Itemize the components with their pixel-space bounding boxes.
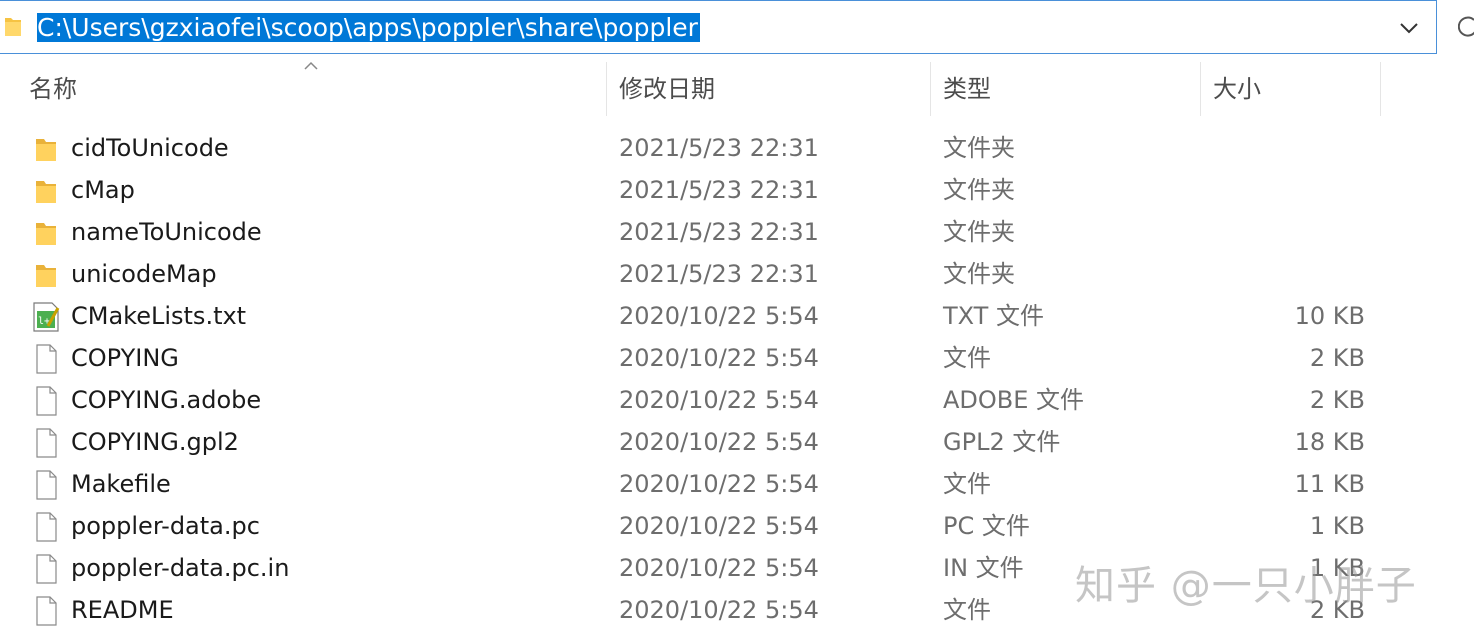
address-bar[interactable]: C:\Users\gzxiaofei\scoop\apps\poppler\sh…: [0, 0, 1437, 54]
column-header-type[interactable]: 类型: [931, 62, 1201, 116]
file-row[interactable]: COPYING.adobe 2020/10/22 5:54 ADOBE 文件 2…: [0, 379, 1474, 421]
file-type: 文件夹: [943, 134, 1015, 162]
folder-icon: [32, 218, 60, 248]
file-row[interactable]: unicodeMap 2021/5/23 22:31 文件夹: [0, 253, 1474, 295]
file-type: GPL2 文件: [943, 428, 1061, 456]
file-name: COPYING: [71, 344, 179, 372]
file-type: IN 文件: [943, 554, 1024, 582]
file-icon: [32, 596, 60, 626]
file-name: CMakeLists.txt: [71, 302, 247, 330]
file-type: 文件: [943, 344, 991, 372]
chevron-down-icon[interactable]: [1396, 15, 1422, 41]
file-date: 2020/10/22 5:54: [619, 512, 819, 540]
file-date: 2021/5/23 22:31: [619, 176, 819, 204]
file-date: 2020/10/22 5:54: [619, 386, 819, 414]
file-date: 2021/5/23 22:31: [619, 218, 819, 246]
file-icon: [32, 428, 60, 458]
file-size: 10 KB: [1294, 302, 1365, 330]
file-date: 2021/5/23 22:31: [619, 134, 819, 162]
file-row[interactable]: poppler-data.pc 2020/10/22 5:54 PC 文件 1 …: [0, 505, 1474, 547]
file-date: 2020/10/22 5:54: [619, 428, 819, 456]
file-date: 2020/10/22 5:54: [619, 596, 819, 624]
column-header-date[interactable]: 修改日期: [607, 62, 931, 116]
folder-icon: [32, 176, 60, 206]
file-row[interactable]: README 2020/10/22 5:54 文件 2 KB: [0, 589, 1474, 631]
text-editor-file-icon: l+: [32, 302, 60, 332]
file-name: cMap: [71, 176, 135, 204]
file-size: 2 KB: [1309, 344, 1365, 372]
file-date: 2020/10/22 5:54: [619, 470, 819, 498]
column-header-name[interactable]: 名称: [17, 62, 607, 116]
file-name: poppler-data.pc: [71, 512, 260, 540]
file-icon: [32, 386, 60, 416]
folder-icon: [32, 134, 60, 164]
file-size: 11 KB: [1294, 470, 1365, 498]
refresh-icon[interactable]: [1458, 14, 1474, 40]
file-row[interactable]: COPYING.gpl2 2020/10/22 5:54 GPL2 文件 18 …: [0, 421, 1474, 463]
file-date: 2020/10/22 5:54: [619, 344, 819, 372]
file-icon: [32, 554, 60, 584]
file-date: 2020/10/22 5:54: [619, 554, 819, 582]
file-type: 文件夹: [943, 260, 1015, 288]
file-type: ADOBE 文件: [943, 386, 1085, 414]
file-row[interactable]: poppler-data.pc.in 2020/10/22 5:54 IN 文件…: [0, 547, 1474, 589]
file-type: 文件: [943, 470, 991, 498]
file-type: 文件夹: [943, 176, 1015, 204]
file-date: 2021/5/23 22:31: [619, 260, 819, 288]
file-type: TXT 文件: [943, 302, 1044, 330]
file-name: Makefile: [71, 470, 171, 498]
file-name: unicodeMap: [71, 260, 217, 288]
file-name: README: [71, 596, 174, 624]
file-size: 1 KB: [1309, 512, 1365, 540]
file-date: 2020/10/22 5:54: [619, 302, 819, 330]
column-header-size[interactable]: 大小: [1201, 62, 1381, 116]
file-type: 文件: [943, 596, 991, 624]
file-name: COPYING.gpl2: [71, 428, 239, 456]
file-size: 1 KB: [1309, 554, 1365, 582]
file-type: 文件夹: [943, 218, 1015, 246]
file-row[interactable]: cMap 2021/5/23 22:31 文件夹: [0, 169, 1474, 211]
folder-icon: [5, 18, 21, 36]
file-name: COPYING.adobe: [71, 386, 262, 414]
file-row[interactable]: l+ CMakeLists.txt 2020/10/22 5:54 TXT 文件…: [0, 295, 1474, 337]
file-icon: [32, 470, 60, 500]
file-size: 2 KB: [1309, 596, 1365, 624]
file-icon: [32, 344, 60, 374]
file-row[interactable]: nameToUnicode 2021/5/23 22:31 文件夹: [0, 211, 1474, 253]
address-path-input[interactable]: C:\Users\gzxiaofei\scoop\apps\poppler\sh…: [37, 13, 700, 42]
file-name: nameToUnicode: [71, 218, 262, 246]
file-row[interactable]: COPYING 2020/10/22 5:54 文件 2 KB: [0, 337, 1474, 379]
file-type: PC 文件: [943, 512, 1030, 540]
file-row[interactable]: cidToUnicode 2021/5/23 22:31 文件夹: [0, 127, 1474, 169]
file-size: 2 KB: [1309, 386, 1365, 414]
file-row[interactable]: Makefile 2020/10/22 5:54 文件 11 KB: [0, 463, 1474, 505]
file-size: 18 KB: [1294, 428, 1365, 456]
file-name: poppler-data.pc.in: [71, 554, 290, 582]
file-icon: [32, 512, 60, 542]
file-name: cidToUnicode: [71, 134, 229, 162]
folder-icon: [32, 260, 60, 290]
